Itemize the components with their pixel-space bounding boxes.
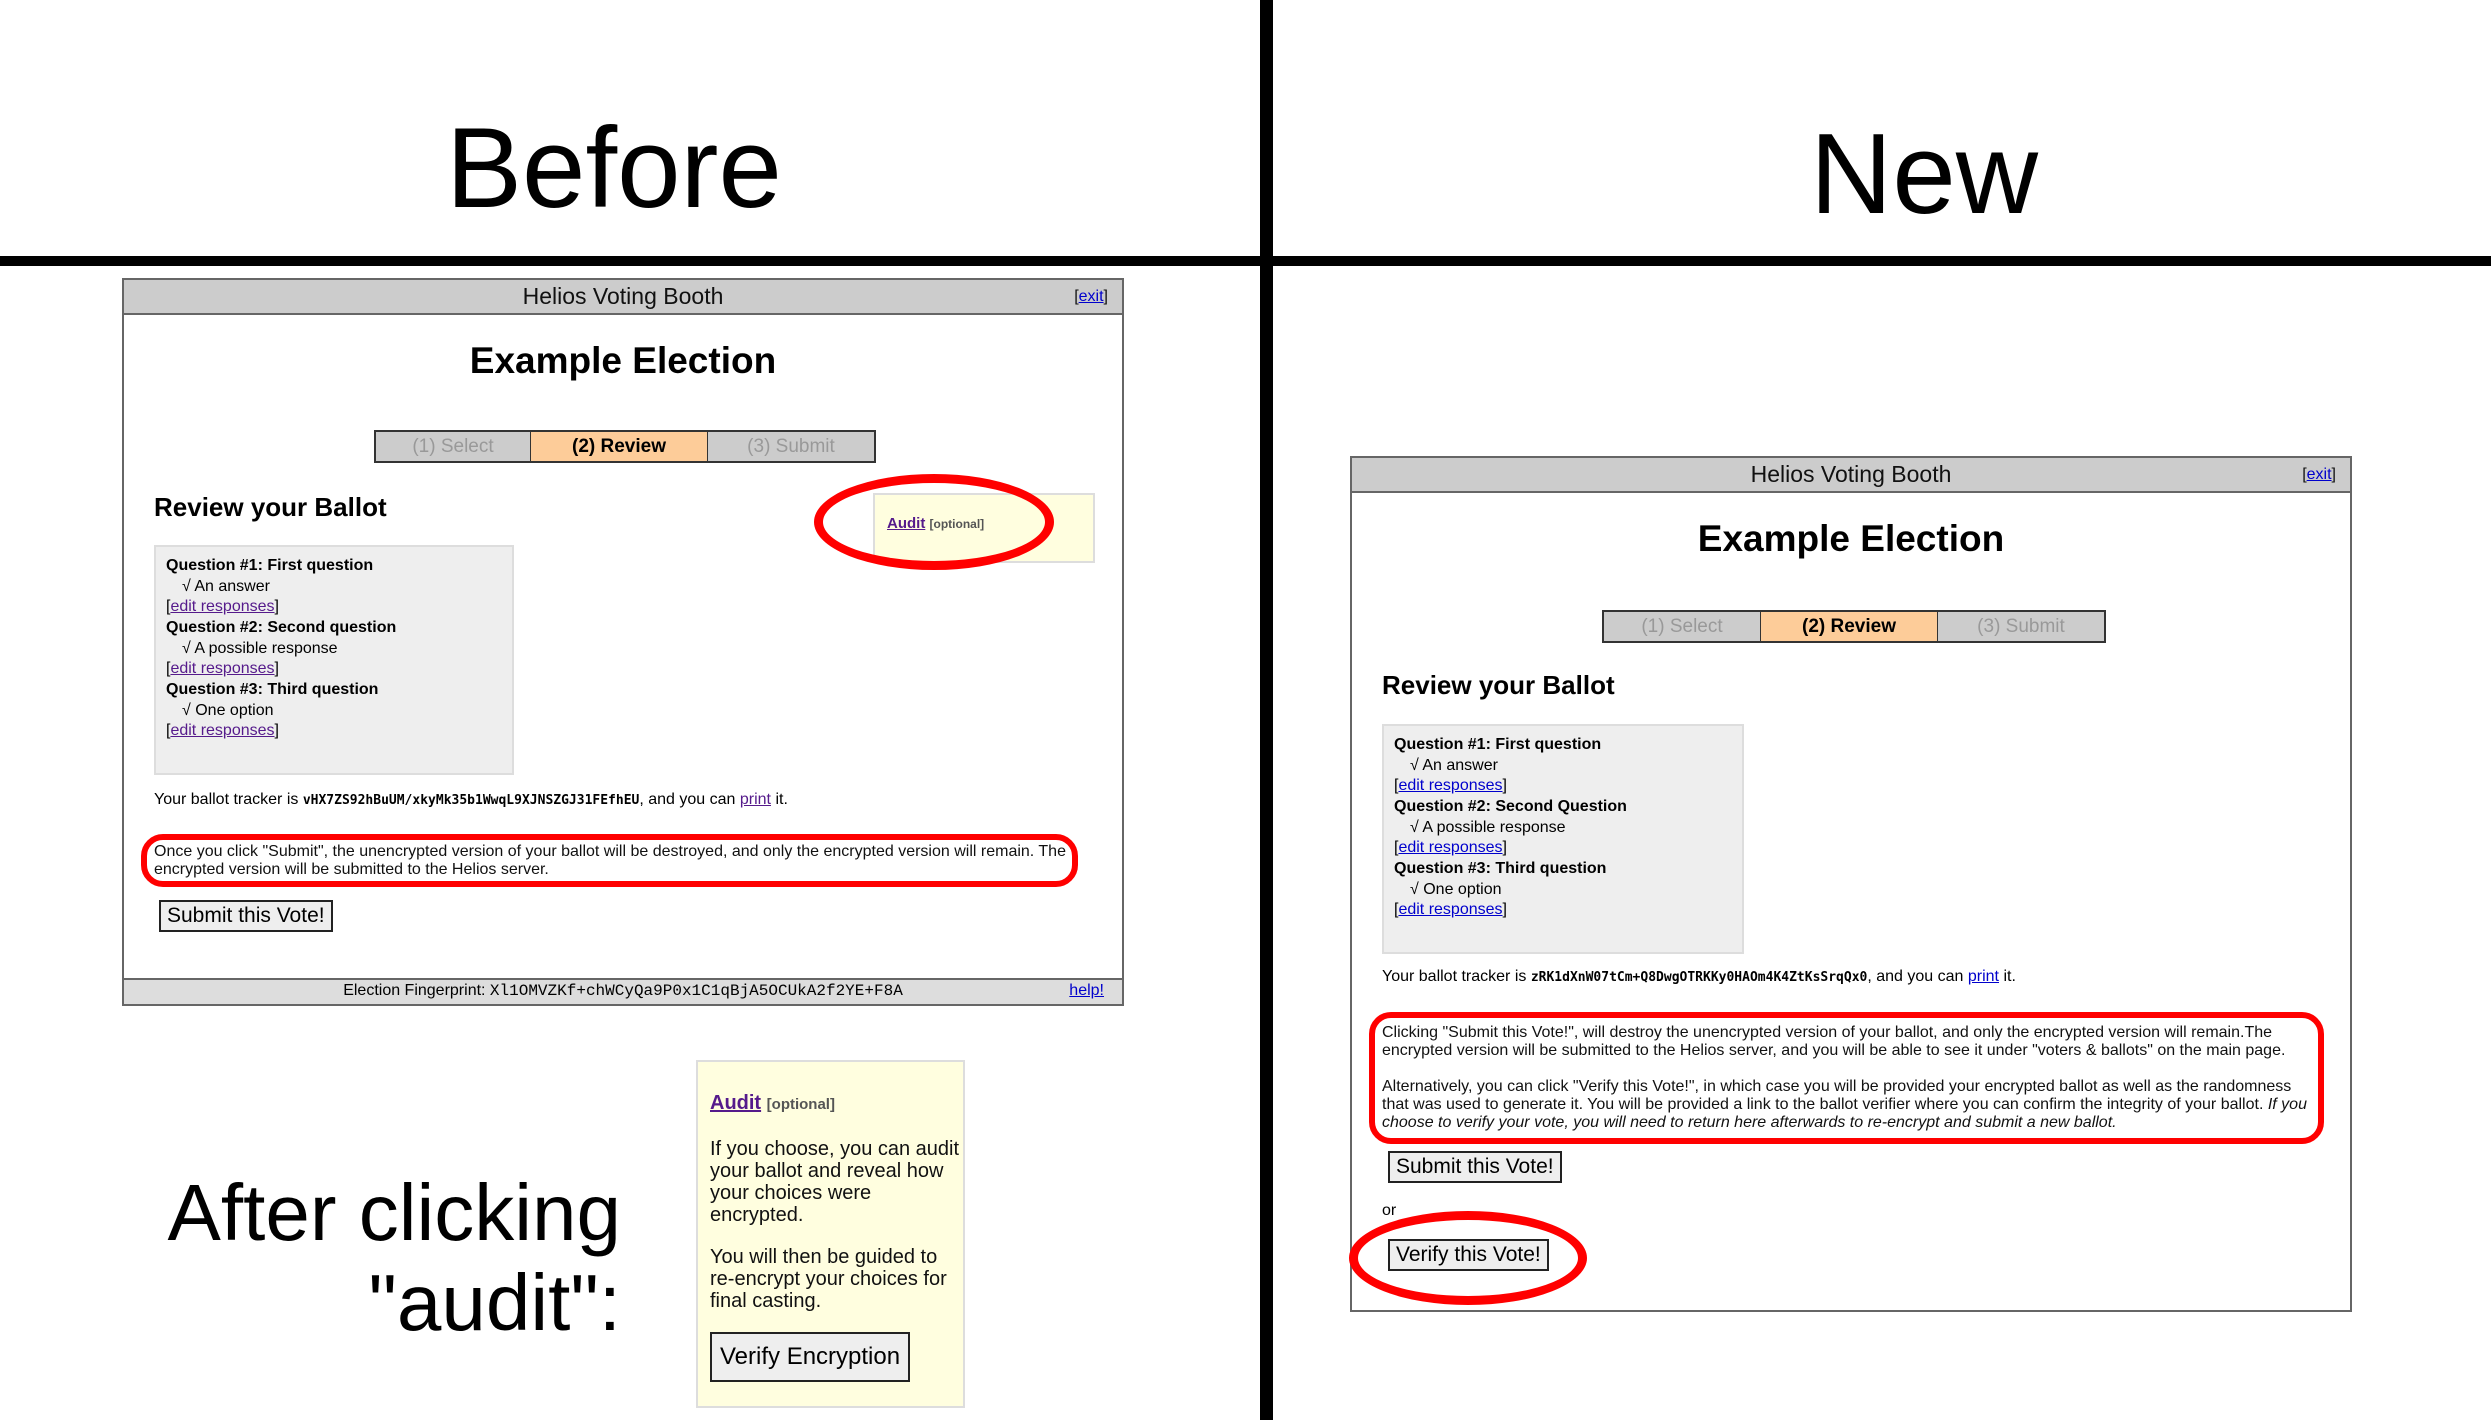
question-answer: √ A possible response (1410, 819, 1566, 836)
edit-responses-link[interactable]: edit responses (170, 722, 274, 739)
after-label-line2: "audit": (368, 1258, 622, 1347)
questions-summary: Question #1: First question √ An answer … (154, 545, 514, 775)
verify-explanation: Alternatively, you can click "Verify thi… (1382, 1078, 2307, 1131)
ballot-tracker: Your ballot tracker is zRK1dXnW07tCm+Q8D… (1382, 968, 2016, 985)
audit-guidance: You will then be guided to re-encrypt yo… (710, 1246, 947, 1312)
tab-select: (1) Select (376, 432, 530, 461)
tracker-code: zRK1dXnW07tCm+Q8DwgOTRKKy0HAOm4K4ZtKsSrq… (1530, 970, 1868, 985)
help-link[interactable]: help! (1069, 980, 1104, 1002)
edit-responses-link[interactable]: edit responses (170, 660, 274, 677)
question-item: Question #3: Third question √ One option… (1394, 858, 1732, 920)
tracker-code: vHX7ZS92hBuUM/xkyMk35b1WwqL9XJNSZGJ31FEf… (302, 793, 640, 808)
booth-title: Helios Voting Booth (522, 283, 724, 309)
booth-title: Helios Voting Booth (1750, 461, 1952, 487)
election-fingerprint: Xl1OMVZKf+chWCyQa9P0x1C1qBjA5OCUkA2f2YE+… (489, 982, 903, 1000)
audit-box: Audit [optional] (873, 493, 1095, 563)
tab-submit: (3) Submit (1938, 612, 2104, 641)
question-answer: √ A possible response (182, 640, 338, 657)
submit-vote-button[interactable]: Submit this Vote! (159, 900, 333, 932)
audit-optional-label: [optional] (929, 517, 985, 531)
booth-footer: Election Fingerprint: Xl1OMVZKf+chWCyQa9… (124, 978, 1122, 1004)
submit-warning-note: Once you click "Submit", the unencrypted… (154, 843, 1066, 878)
submit-vote-button[interactable]: Submit this Vote! (1388, 1151, 1562, 1183)
tab-review: (2) Review (1760, 612, 1938, 641)
audit-link[interactable]: Audit (710, 1092, 761, 1114)
exit-link-wrapper: [exit] (2302, 466, 2336, 483)
questions-summary: Question #1: First question √ An answer … (1382, 724, 1744, 954)
before-voting-booth: Helios Voting Booth [exit] Example Elect… (122, 278, 1124, 1006)
booth-header: Helios Voting Booth [exit] (1352, 458, 2350, 493)
or-separator: or (1382, 1202, 1397, 1219)
audit-explanation: If you choose, you can audit your ballot… (710, 1138, 960, 1226)
verify-encryption-button[interactable]: Verify Encryption (710, 1332, 911, 1382)
print-link[interactable]: print (740, 791, 771, 808)
fingerprint-label: Election Fingerprint: (343, 982, 490, 999)
review-heading: Review your Ballot (154, 492, 387, 522)
question-title: Question #3: Third question (1394, 860, 1607, 877)
question-title: Question #1: First question (166, 557, 374, 574)
vertical-divider (1260, 0, 1273, 1420)
edit-responses-link[interactable]: edit responses (1398, 901, 1502, 918)
audit-optional-label: [optional] (766, 1096, 835, 1113)
tab-review: (2) Review (530, 432, 708, 461)
after-label-line1: After clicking (167, 1168, 621, 1257)
submit-explanation: Clicking "Submit this Vote!", will destr… (1382, 1024, 2286, 1059)
question-answer: √ An answer (182, 578, 270, 595)
question-answer: √ One option (182, 702, 274, 719)
progress-tabs: (1) Select (2) Review (3) Submit (1602, 610, 2106, 643)
booth-header: Helios Voting Booth [exit] (124, 280, 1122, 315)
question-title: Question #1: First question (1394, 736, 1602, 753)
review-heading: Review your Ballot (1382, 670, 1615, 700)
exit-link[interactable]: exit (1079, 288, 1104, 305)
progress-tabs: (1) Select (2) Review (3) Submit (374, 430, 876, 463)
question-item: Question #2: Second question √ A possibl… (166, 617, 502, 679)
new-label: New (1810, 111, 2039, 238)
tab-submit: (3) Submit (708, 432, 874, 461)
verify-vote-button[interactable]: Verify this Vote! (1388, 1239, 1549, 1271)
question-title: Question #2: Second question (166, 619, 397, 636)
question-item: Question #1: First question √ An answer … (166, 555, 502, 617)
tab-select: (1) Select (1604, 612, 1760, 641)
before-label: Before (446, 105, 782, 232)
election-title: Example Election (1697, 518, 2005, 559)
question-answer: √ An answer (1410, 757, 1498, 774)
submit-verify-note: Clicking "Submit this Vote!", will destr… (1382, 1024, 2317, 1132)
edit-responses-link[interactable]: edit responses (1398, 839, 1502, 856)
question-item: Question #3: Third question √ One option… (166, 679, 502, 741)
exit-link-wrapper: [exit] (1074, 288, 1108, 305)
election-title: Example Election (469, 340, 777, 381)
question-item: Question #2: Second Question √ A possibl… (1394, 796, 1732, 858)
question-title: Question #2: Second Question (1394, 798, 1627, 815)
ballot-tracker: Your ballot tracker is vHX7ZS92hBuUM/xky… (154, 791, 788, 808)
edit-responses-link[interactable]: edit responses (170, 598, 274, 615)
question-title: Question #3: Third question (166, 681, 379, 698)
print-link[interactable]: print (1968, 968, 1999, 985)
after-clicking-audit-label: After clicking "audit": (168, 1168, 621, 1348)
edit-responses-link[interactable]: edit responses (1398, 777, 1502, 794)
audit-link[interactable]: Audit (887, 515, 925, 532)
exit-link[interactable]: exit (2307, 466, 2332, 483)
audit-expanded-box: Audit [optional] If you choose, you can … (696, 1060, 965, 1408)
question-answer: √ One option (1410, 881, 1502, 898)
question-item: Question #1: First question √ An answer … (1394, 734, 1732, 796)
horizontal-divider (0, 256, 2491, 266)
new-voting-booth: Helios Voting Booth [exit] Example Elect… (1349, 456, 2352, 1312)
